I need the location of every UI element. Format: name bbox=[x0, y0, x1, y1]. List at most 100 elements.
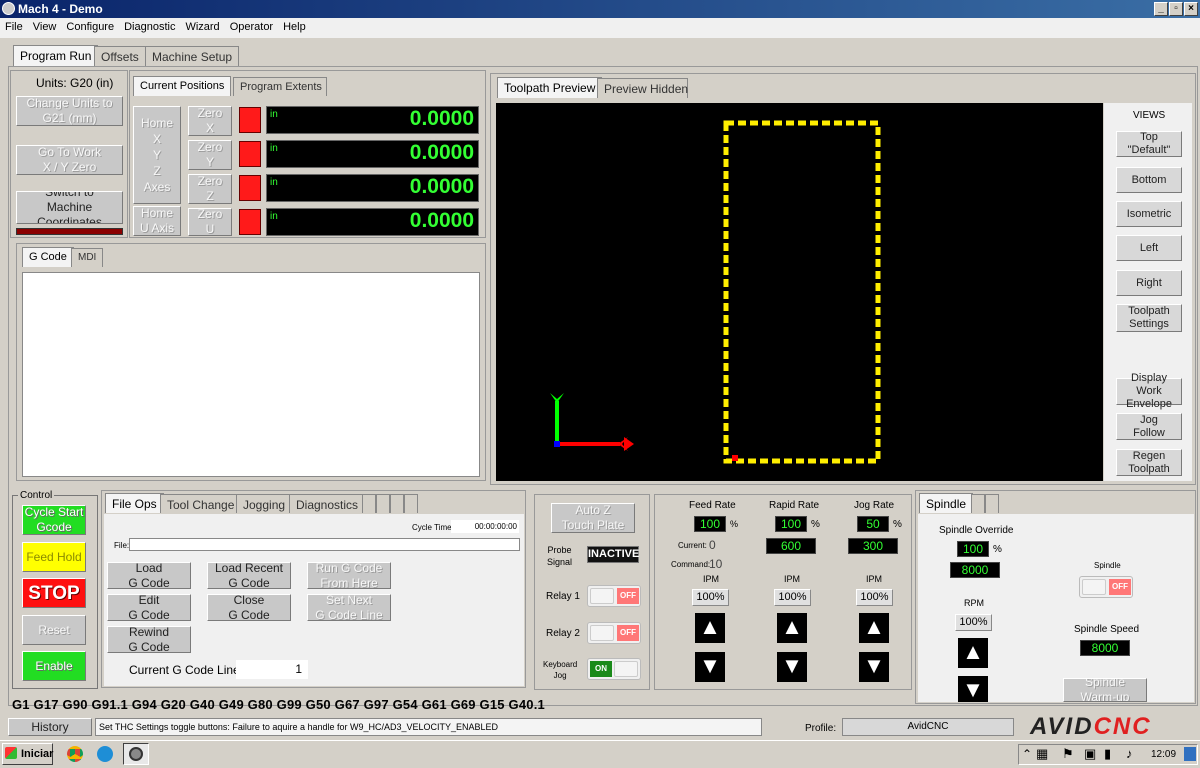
feed-100-button[interactable]: 100% bbox=[692, 589, 729, 606]
menu-wizard[interactable]: Wizard bbox=[180, 18, 224, 33]
show-desktop-icon[interactable] bbox=[1184, 747, 1196, 761]
rapid-increase-icon[interactable]: ▲ bbox=[777, 613, 807, 643]
rapid-100-button[interactable]: 100% bbox=[774, 589, 811, 606]
toolpath-settings-button[interactable]: Toolpath Settings bbox=[1116, 304, 1182, 332]
close-button[interactable]: × bbox=[1184, 2, 1198, 16]
current-line-field[interactable]: 1 bbox=[236, 660, 308, 679]
rapid-rate-percent[interactable]: 100 bbox=[775, 516, 807, 532]
tab-machine-setup[interactable]: Machine Setup bbox=[145, 46, 240, 66]
z-position-dro[interactable]: in 0.0000 bbox=[266, 174, 479, 202]
go-to-zero-button[interactable]: Go To Work X / Y Zero bbox=[16, 145, 123, 175]
feed-rate-percent[interactable]: 100 bbox=[694, 516, 726, 532]
file-path-field[interactable] bbox=[129, 538, 520, 551]
view-bottom-button[interactable]: Bottom bbox=[1116, 167, 1182, 193]
reset-button[interactable]: Reset bbox=[22, 615, 86, 645]
y-position-dro[interactable]: in 0.0000 bbox=[266, 140, 479, 168]
spindle-toggle[interactable]: OFF bbox=[1079, 576, 1133, 598]
mach4-taskbar-button[interactable] bbox=[123, 743, 149, 765]
relay1-toggle[interactable]: OFF bbox=[587, 585, 641, 607]
zero-x-button[interactable]: Zero X bbox=[188, 106, 232, 136]
set-next-line-button[interactable]: Set Next G Code Line bbox=[307, 594, 391, 621]
tab-gcode[interactable]: G Code bbox=[22, 247, 74, 267]
jog-rate-percent[interactable]: 50 bbox=[857, 516, 889, 532]
tab-spindle[interactable]: Spindle bbox=[919, 493, 974, 513]
rapid-decrease-icon[interactable]: ▼ bbox=[777, 652, 807, 682]
change-units-button[interactable]: Change Units to G21 (mm) bbox=[16, 96, 123, 126]
tray-security-icon[interactable]: ⚑ bbox=[1062, 746, 1074, 762]
close-gcode-button[interactable]: Close G Code bbox=[207, 594, 291, 621]
spindle-increase-icon[interactable]: ▲ bbox=[958, 638, 988, 668]
menu-configure[interactable]: Configure bbox=[61, 18, 119, 33]
feed-decrease-icon[interactable]: ▼ bbox=[695, 652, 725, 682]
tab-preview-hidden[interactable]: Preview Hidden bbox=[597, 78, 688, 98]
tab-extra-3[interactable] bbox=[390, 494, 404, 513]
menu-file[interactable]: File bbox=[0, 18, 28, 33]
tab-extra-4[interactable] bbox=[404, 494, 418, 513]
run-from-here-button[interactable]: Run G Code From Here bbox=[307, 562, 391, 589]
jog-100-button[interactable]: 100% bbox=[856, 589, 893, 606]
x-position-dro[interactable]: in 0.0000 bbox=[266, 106, 479, 134]
spindle-override-percent[interactable]: 100 bbox=[957, 541, 989, 557]
display-envelope-button[interactable]: Display Work Envelope bbox=[1116, 372, 1182, 410]
tray-expand-icon[interactable]: ⌃ bbox=[1022, 747, 1032, 761]
tab-offsets[interactable]: Offsets bbox=[94, 46, 146, 66]
menu-view[interactable]: View bbox=[28, 18, 62, 33]
load-recent-button[interactable]: Load Recent G Code bbox=[207, 562, 291, 589]
spindle-warmup-button[interactable]: Spindle Warm-up bbox=[1063, 678, 1147, 702]
tab-jogging[interactable]: Jogging bbox=[236, 494, 293, 513]
tab-tool-change[interactable]: Tool Change bbox=[160, 494, 242, 513]
feed-increase-icon[interactable]: ▲ bbox=[695, 613, 725, 643]
gcode-editor[interactable] bbox=[22, 272, 480, 477]
tab-program-run[interactable]: Program Run bbox=[13, 45, 99, 67]
menu-diagnostic[interactable]: Diagnostic bbox=[119, 18, 180, 33]
switch-coordinates-button[interactable]: Switch to Machine Coordinates bbox=[16, 191, 123, 224]
tray-volume-icon[interactable]: ♪ bbox=[1126, 746, 1133, 761]
minimize-button[interactable]: _ bbox=[1154, 2, 1168, 16]
spindle-100-button[interactable]: 100% bbox=[955, 614, 992, 631]
tab-extra-1[interactable] bbox=[362, 494, 376, 513]
u-position-dro[interactable]: in 0.0000 bbox=[266, 208, 479, 236]
menu-operator[interactable]: Operator bbox=[225, 18, 278, 33]
maximize-button[interactable]: ▫ bbox=[1169, 2, 1183, 16]
jog-increase-icon[interactable]: ▲ bbox=[859, 613, 889, 643]
zero-u-button[interactable]: Zero U bbox=[188, 208, 232, 236]
jog-decrease-icon[interactable]: ▼ bbox=[859, 652, 889, 682]
stop-button[interactable]: STOP bbox=[22, 578, 86, 608]
tab-extra-2[interactable] bbox=[376, 494, 390, 513]
feed-hold-button[interactable]: Feed Hold bbox=[22, 542, 86, 572]
spindle-decrease-icon[interactable]: ▼ bbox=[958, 676, 988, 702]
view-isometric-button[interactable]: Isometric bbox=[1116, 201, 1182, 227]
edit-gcode-button[interactable]: Edit G Code bbox=[107, 594, 191, 621]
tab-mdi[interactable]: MDI bbox=[71, 248, 104, 267]
tab-spindle-extra-1[interactable] bbox=[971, 494, 985, 513]
tray-network-icon[interactable]: ▮ bbox=[1104, 746, 1111, 762]
view-top-button[interactable]: Top "Default" bbox=[1116, 131, 1182, 157]
home-xyz-button[interactable]: Home X Y Z Axes bbox=[133, 106, 181, 204]
jog-follow-button[interactable]: Jog Follow bbox=[1116, 413, 1182, 440]
relay2-toggle[interactable]: OFF bbox=[587, 622, 641, 644]
chrome-icon[interactable] bbox=[67, 746, 83, 762]
view-left-button[interactable]: Left bbox=[1116, 235, 1182, 261]
cycle-start-button[interactable]: Cycle Start Gcode bbox=[22, 505, 86, 535]
enable-button[interactable]: Enable bbox=[22, 651, 86, 681]
zero-z-button[interactable]: Zero Z bbox=[188, 174, 232, 204]
tray-keyboard-icon[interactable]: ▦ bbox=[1036, 746, 1048, 762]
auto-z-touch-plate-button[interactable]: Auto Z Touch Plate bbox=[551, 503, 635, 533]
tab-toolpath-preview[interactable]: Toolpath Preview bbox=[497, 77, 603, 98]
toolpath-canvas[interactable] bbox=[496, 103, 1103, 481]
regen-toolpath-button[interactable]: Regen Toolpath bbox=[1116, 449, 1182, 476]
home-u-button[interactable]: Home U Axis bbox=[133, 206, 181, 236]
edge-icon[interactable] bbox=[97, 746, 113, 762]
view-right-button[interactable]: Right bbox=[1116, 270, 1182, 296]
history-button[interactable]: History bbox=[8, 718, 92, 736]
tab-diagnostics[interactable]: Diagnostics bbox=[289, 494, 366, 513]
tab-spindle-extra-2[interactable] bbox=[985, 494, 999, 513]
tray-device-icon[interactable]: ▣ bbox=[1084, 746, 1096, 762]
rewind-gcode-button[interactable]: Rewind G Code bbox=[107, 626, 191, 653]
tab-file-ops[interactable]: File Ops bbox=[105, 493, 164, 513]
load-gcode-button[interactable]: Load G Code bbox=[107, 562, 191, 589]
tab-current-positions[interactable]: Current Positions bbox=[133, 76, 232, 96]
tab-program-extents[interactable]: Program Extents bbox=[233, 77, 327, 96]
keyboard-jog-toggle[interactable]: ON bbox=[587, 658, 641, 680]
zero-y-button[interactable]: Zero Y bbox=[188, 140, 232, 170]
